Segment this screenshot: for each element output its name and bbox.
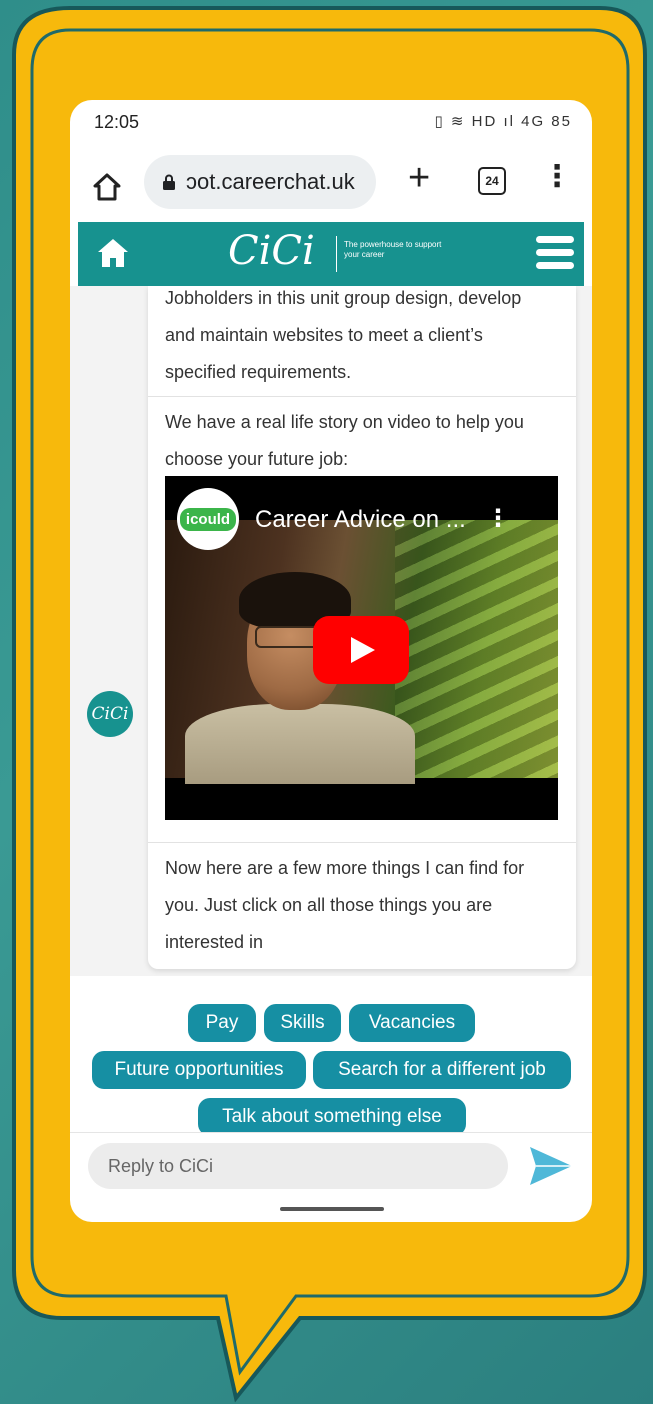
channel-avatar-icon[interactable]: icould (177, 488, 239, 550)
cici-tagline: The powerhouse to support your career (344, 240, 442, 259)
browser-home-icon[interactable] (92, 172, 122, 202)
chip-vacancies[interactable]: Vacancies (349, 1004, 475, 1042)
video-title[interactable]: Career Advice on ... (255, 506, 466, 534)
phone-screen: 12:05 ▯ ≋ HD ıl 4G 85 ɔot.careerchat.uk … (70, 100, 592, 1222)
bot-message-card: Jobholders in this unit group design, de… (148, 286, 576, 969)
youtube-play-button[interactable] (313, 616, 409, 684)
message-more-options: Now here are a few more things I can fin… (165, 858, 525, 952)
chip-search-different-job[interactable]: Search for a different job (313, 1051, 571, 1089)
status-time: 12:05 (94, 112, 140, 132)
cici-app-header: CiCi The powerhouse to support your care… (78, 222, 584, 286)
hamburger-menu-icon[interactable] (536, 236, 574, 270)
new-tab-plus-icon[interactable]: + (408, 158, 430, 198)
chip-talk-something-else[interactable]: Talk about something else (198, 1098, 466, 1136)
browser-toolbar: ɔot.careerchat.uk + 24 ⋮ (70, 150, 592, 216)
chip-skills[interactable]: Skills (264, 1004, 341, 1042)
message-separator (148, 842, 576, 843)
url-text: ɔot.careerchat.uk (186, 169, 355, 194)
send-icon[interactable] (528, 1145, 574, 1187)
reply-bar (70, 1132, 592, 1199)
chip-pay[interactable]: Pay (188, 1004, 256, 1042)
message-job-description: Jobholders in this unit group design, de… (165, 288, 522, 382)
logo-divider (336, 236, 337, 272)
video-background-stripes (395, 520, 558, 778)
cici-home-icon[interactable] (96, 237, 130, 269)
browser-menu-icon[interactable]: ⋮ (542, 162, 572, 192)
message-video-intro: We have a real life story on video to he… (165, 412, 524, 469)
cici-avatar: CiCi (87, 691, 133, 737)
message-separator (148, 396, 576, 397)
cici-logo: CiCi (228, 228, 315, 274)
status-bar: 12:05 ▯ ≋ HD ıl 4G 85 (70, 100, 592, 150)
youtube-video-embed[interactable]: icould Career Advice on ... ⋮ (165, 476, 558, 820)
chip-future-opportunities[interactable]: Future opportunities (92, 1051, 306, 1089)
status-icons: ▯ ≋ HD ıl 4G 85 (434, 113, 572, 130)
quick-reply-chips: Pay Skills Vacancies Future opportunitie… (70, 986, 592, 1136)
video-person-body (185, 704, 415, 784)
reply-input[interactable] (88, 1143, 508, 1189)
chat-area[interactable]: CiCi Jobholders in this unit group desig… (70, 286, 592, 976)
channel-name: icould (179, 507, 237, 531)
lock-icon (163, 174, 175, 190)
address-bar[interactable]: ɔot.careerchat.uk (144, 155, 376, 209)
video-more-icon[interactable]: ⋮ (486, 504, 510, 533)
tab-switcher-button[interactable]: 24 (478, 167, 506, 195)
gesture-home-indicator[interactable] (280, 1207, 384, 1211)
